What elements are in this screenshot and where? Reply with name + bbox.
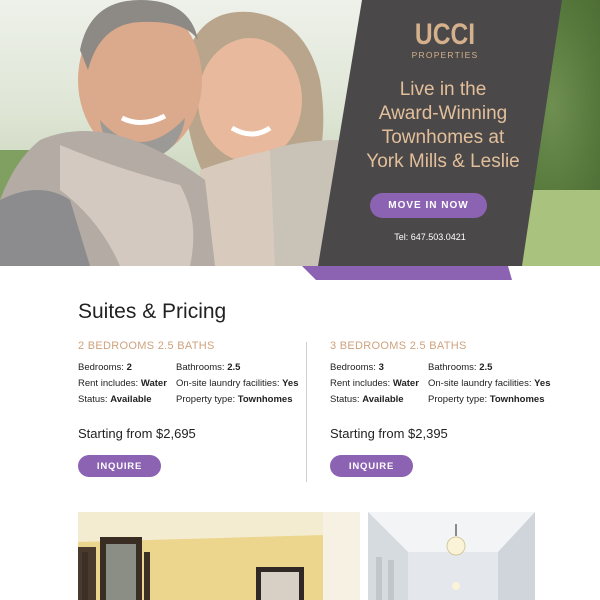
spec-status: Status: Available — [330, 394, 404, 405]
spec-property-type: Property type: Townhomes — [176, 394, 293, 405]
suite-specs: Bedrooms: 2 Bathrooms: 2.5 Rent includes… — [78, 362, 299, 405]
suite-card-2-bedroom: 2 BEDROOMS 2.5 BATHS Bedrooms: 2 Bathroo… — [78, 340, 299, 477]
spec-laundry: On-site laundry facilities: Yes — [428, 378, 551, 389]
suite-card-3-bedroom: 3 BEDROOMS 2.5 BATHS Bedrooms: 3 Bathroo… — [330, 340, 551, 477]
hero-promo-panel: UCCI PROPERTIES Live in the Award-Winnin… — [0, 0, 600, 282]
interior-photo-art — [368, 512, 535, 600]
interior-photo-art — [78, 512, 360, 600]
spec-bathrooms: Bathrooms: 2.5 — [176, 362, 241, 373]
headline-line-3: Townhomes at — [381, 127, 505, 148]
inquire-button[interactable]: INQUIRE — [330, 455, 413, 477]
phone-number[interactable]: Tel: 647.503.0421 — [380, 232, 480, 242]
suite-specs: Bedrooms: 3 Bathrooms: 2.5 Rent includes… — [330, 362, 551, 405]
hero-headline: Live in the Award-Winning Townhomes at Y… — [350, 78, 536, 174]
column-divider — [306, 342, 307, 482]
spec-bathrooms: Bathrooms: 2.5 — [428, 362, 493, 373]
inquire-button[interactable]: INQUIRE — [78, 455, 161, 477]
suite-title: 2 BEDROOMS 2.5 BATHS — [78, 340, 215, 352]
spec-laundry: On-site laundry facilities: Yes — [176, 378, 299, 389]
suite-price: Starting from $2,695 — [78, 426, 196, 441]
spec-rent-includes: Rent includes: Water — [330, 378, 419, 389]
spec-status: Status: Available — [78, 394, 152, 405]
logo-subtitle: PROPERTIES — [411, 50, 479, 60]
spec-bedrooms: Bedrooms: 3 — [330, 362, 384, 373]
section-title: Suites & Pricing — [78, 300, 227, 323]
headline-line-4: York Mills & Leslie — [366, 151, 520, 172]
spec-property-type: Property type: Townhomes — [428, 394, 545, 405]
suite-title: 3 BEDROOMS 2.5 BATHS — [330, 340, 467, 352]
spec-bedrooms: Bedrooms: 2 — [78, 362, 132, 373]
move-in-now-button[interactable]: MOVE IN NOW — [370, 193, 487, 218]
headline-line-1: Live in the — [399, 79, 487, 100]
headline-line-2: Award-Winning — [378, 103, 508, 124]
accent-ribbon — [302, 266, 512, 280]
ucci-logo: UCCI PROPERTIES — [404, 18, 486, 61]
interior-photo-hallway — [368, 512, 535, 600]
spec-rent-includes: Rent includes: Water — [78, 378, 167, 389]
logo-wordmark: UCCI — [414, 18, 476, 51]
interior-photo-living-room — [78, 512, 360, 600]
suite-price: Starting from $2,395 — [330, 426, 448, 441]
